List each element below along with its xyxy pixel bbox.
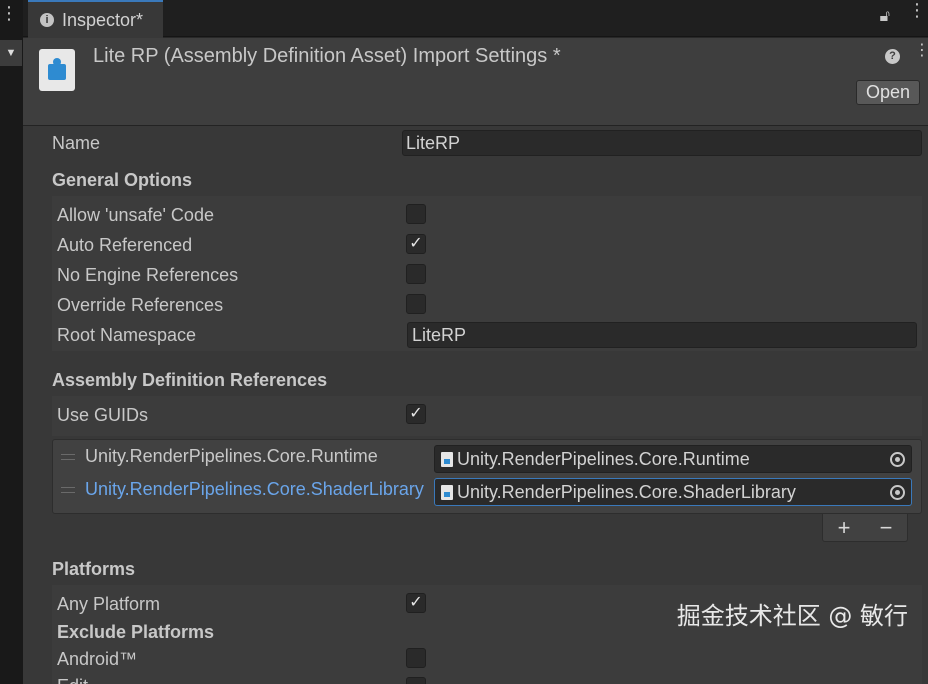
any-platform-checkbox[interactable]: ✓: [406, 593, 426, 613]
object-picker-icon[interactable]: [890, 485, 905, 500]
list-item[interactable]: Unity.RenderPipelines.Core.Runtime Unity…: [53, 442, 921, 475]
help-icon[interactable]: ?: [885, 49, 900, 64]
lock-icon[interactable]: 🔓︎: [880, 8, 890, 26]
reference-object-field[interactable]: Unity.RenderPipelines.Core.ShaderLibrary: [434, 478, 912, 506]
override-references-checkbox[interactable]: [406, 294, 426, 314]
watermark-text: 掘金技术社区 @ 敏行: [676, 602, 908, 630]
android-checkbox[interactable]: [406, 648, 426, 668]
kebab-menu-icon[interactable]: ⋮: [908, 1, 926, 19]
tab-bar: i Inspector* 🔓︎ ⋮: [23, 0, 928, 38]
list-add-remove-controls: + −: [822, 514, 908, 542]
reference-label: Unity.RenderPipelines.Core.ShaderLibrary: [85, 479, 424, 499]
any-platform-label: Any Platform: [57, 594, 161, 614]
remove-button[interactable]: −: [880, 515, 893, 541]
assembly-definition-icon: [39, 49, 75, 91]
inspector-panel: Lite RP (Assembly Definition Asset) Impo…: [23, 38, 928, 684]
editor-checkbox[interactable]: [406, 677, 426, 684]
header-title: Lite RP (Assembly Definition Asset) Impo…: [93, 45, 561, 67]
object-picker-icon[interactable]: [890, 452, 905, 467]
root-namespace-label: Root Namespace: [57, 325, 197, 345]
no-engine-references-checkbox[interactable]: [406, 264, 426, 284]
add-button[interactable]: +: [838, 515, 851, 541]
editor-label: Edit: [57, 676, 88, 684]
root-namespace-field[interactable]: LiteRP: [407, 322, 917, 348]
open-button[interactable]: Open: [856, 80, 920, 105]
general-options-title: General Options: [52, 170, 193, 190]
name-field[interactable]: LiteRP: [402, 130, 922, 156]
assembly-file-icon: [441, 452, 453, 467]
assembly-refs-group: [52, 396, 922, 436]
reference-label: Unity.RenderPipelines.Core.Runtime: [85, 446, 378, 466]
use-guids-label: Use GUIDs: [57, 405, 149, 425]
assembly-file-icon: [441, 485, 453, 500]
references-list: Unity.RenderPipelines.Core.Runtime Unity…: [52, 439, 922, 514]
drag-handle-icon[interactable]: [61, 487, 75, 493]
tab-title: Inspector*: [62, 9, 144, 30]
inspector-header: Lite RP (Assembly Definition Asset) Impo…: [23, 38, 928, 126]
reference-value: Unity.RenderPipelines.Core.Runtime: [457, 449, 750, 469]
reference-value: Unity.RenderPipelines.Core.ShaderLibrary: [457, 482, 796, 502]
exclude-platforms-title: Exclude Platforms: [57, 622, 215, 642]
allow-unsafe-checkbox[interactable]: [406, 204, 426, 224]
no-engine-references-label: No Engine References: [57, 265, 239, 285]
more-icon[interactable]: ⋮: [0, 4, 18, 22]
android-label: Android™: [57, 649, 138, 669]
drag-handle-icon[interactable]: [61, 454, 75, 460]
tab-inspector[interactable]: i Inspector*: [28, 0, 163, 38]
dropdown-arrow-icon[interactable]: ▼: [0, 40, 22, 66]
assembly-refs-title: Assembly Definition References: [52, 370, 328, 390]
auto-referenced-checkbox[interactable]: ✓: [406, 234, 426, 254]
use-guids-checkbox[interactable]: ✓: [406, 404, 426, 424]
name-label: Name: [52, 133, 101, 153]
allow-unsafe-label: Allow 'unsafe' Code: [57, 205, 214, 225]
info-icon: i: [40, 13, 54, 27]
left-panel-edge: ⋮ ▼: [0, 0, 23, 684]
header-menu-icon[interactable]: ⋮: [914, 43, 928, 59]
reference-object-field[interactable]: Unity.RenderPipelines.Core.Runtime: [434, 445, 912, 473]
platforms-title: Platforms: [52, 559, 136, 579]
auto-referenced-label: Auto Referenced: [57, 235, 193, 255]
list-item[interactable]: Unity.RenderPipelines.Core.ShaderLibrary…: [53, 475, 921, 508]
override-references-label: Override References: [57, 295, 224, 315]
